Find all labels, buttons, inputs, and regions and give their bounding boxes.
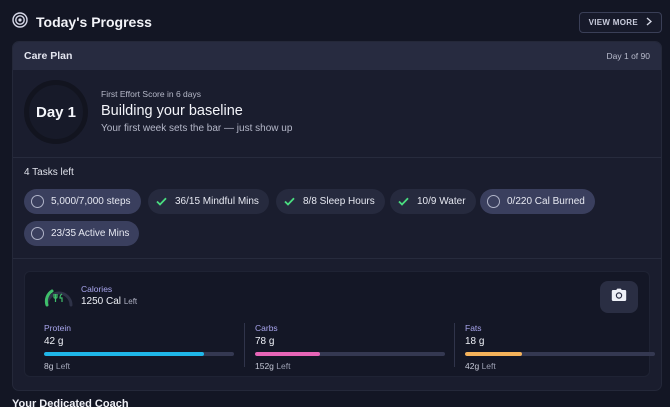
calories-suffix: Left xyxy=(123,297,138,306)
task-chip-active-mins[interactable]: 23/35 Active Mins xyxy=(24,221,140,246)
effort-score-note: First Effort Score in 6 days xyxy=(101,89,201,99)
macro-remaining-suffix: Left xyxy=(481,361,496,371)
macro-progress-bar xyxy=(44,352,234,356)
nutrition-panel: Calories 1250 Cal Left Protein 42 g 8g L… xyxy=(24,271,655,377)
care-plan-header: Care Plan Day 1 of 90 xyxy=(13,42,661,70)
view-more-label: VIEW MORE xyxy=(588,17,638,27)
task-chip-water[interactable]: 10/9 Water xyxy=(390,189,476,214)
check-icon xyxy=(155,195,168,208)
calories-value-row: 1250 Cal Left xyxy=(81,296,137,307)
page-title: Today's Progress xyxy=(36,14,152,30)
unchecked-circle-icon xyxy=(487,195,500,208)
macro-progress-fill xyxy=(465,352,522,356)
hero-text: First Effort Score in 6 days Building yo… xyxy=(101,89,292,134)
care-plan-hero: Day 1 First Effort Score in 6 days Build… xyxy=(13,70,661,158)
target-icon xyxy=(12,11,28,33)
check-icon xyxy=(283,195,296,208)
tasks-left-count: 4 Tasks left xyxy=(24,167,74,178)
task-label: 36/15 Mindful Mins xyxy=(175,196,259,207)
macro-progress-bar xyxy=(465,352,655,356)
task-chip-cal-burned[interactable]: 0/220 Cal Burned xyxy=(480,189,595,214)
calories-text: Calories 1250 Cal Left xyxy=(81,284,137,307)
macro-amount: 42 g xyxy=(44,336,64,347)
macro-remaining: 152g xyxy=(255,361,274,371)
check-icon xyxy=(397,195,410,208)
macro-protein: Protein 42 g 8g Left xyxy=(44,323,234,371)
camera-button[interactable] xyxy=(600,281,638,313)
macro-divider xyxy=(244,323,245,367)
macro-progress-bar xyxy=(255,352,445,356)
hero-subtext: Your first week sets the bar — just show… xyxy=(101,123,293,134)
section-header: Today's Progress VIEW MORE xyxy=(12,10,662,34)
macro-remaining-suffix: Left xyxy=(276,361,291,371)
day-counter: Day 1 of 90 xyxy=(606,51,650,61)
header-left: Today's Progress xyxy=(12,11,152,33)
macro-progress-fill xyxy=(44,352,204,356)
macro-amount: 18 g xyxy=(465,336,485,347)
hero-headline: Building your baseline xyxy=(101,103,243,119)
care-plan-card: Care Plan Day 1 of 90 Day 1 First Effort… xyxy=(12,41,662,391)
task-label: 10/9 Water xyxy=(417,196,466,207)
coach-section-title: Your Dedicated Coach xyxy=(12,398,129,407)
care-plan-title: Care Plan xyxy=(24,50,73,62)
task-chip-steps[interactable]: 5,000/7,000 steps xyxy=(24,189,141,214)
camera-icon xyxy=(611,288,627,307)
macro-remaining-row: 42g Left xyxy=(465,361,655,371)
macro-name: Carbs xyxy=(255,323,278,333)
macro-remaining-row: 152g Left xyxy=(255,361,445,371)
macro-carbs: Carbs 78 g 152g Left xyxy=(255,323,445,371)
macro-divider xyxy=(454,323,455,367)
macro-amount: 78 g xyxy=(255,336,275,347)
task-chip-mindful[interactable]: 36/15 Mindful Mins xyxy=(148,189,269,214)
task-label: 8/8 Sleep Hours xyxy=(303,196,375,207)
calories-label: Calories xyxy=(81,284,113,294)
macro-remaining: 42g xyxy=(465,361,480,371)
macro-remaining-suffix: Left xyxy=(55,361,71,371)
macro-remaining: 8g xyxy=(44,361,54,371)
unchecked-circle-icon xyxy=(31,227,44,240)
task-label: 5,000/7,000 steps xyxy=(51,196,131,207)
calories-gauge xyxy=(43,284,75,308)
macro-progress-fill xyxy=(255,352,320,356)
task-chip-sleep[interactable]: 8/8 Sleep Hours xyxy=(276,189,385,214)
chevron-right-icon xyxy=(646,16,653,28)
macro-remaining-row: 8g Left xyxy=(44,361,234,371)
fork-knife-icon xyxy=(53,293,63,302)
task-label: 0/220 Cal Burned xyxy=(507,196,585,207)
macro-name: Protein xyxy=(44,323,71,333)
view-more-button[interactable]: VIEW MORE xyxy=(578,11,662,33)
macro-name: Fats xyxy=(465,323,482,333)
calories-value: 1250 Cal xyxy=(81,296,122,307)
tasks-section: 4 Tasks left 5,000/7,000 steps 36/15 Min… xyxy=(13,158,661,259)
day-badge: Day 1 xyxy=(24,80,88,144)
task-label: 23/35 Active Mins xyxy=(51,228,130,239)
macro-fats: Fats 18 g 42g Left xyxy=(465,323,655,371)
unchecked-circle-icon xyxy=(31,195,44,208)
